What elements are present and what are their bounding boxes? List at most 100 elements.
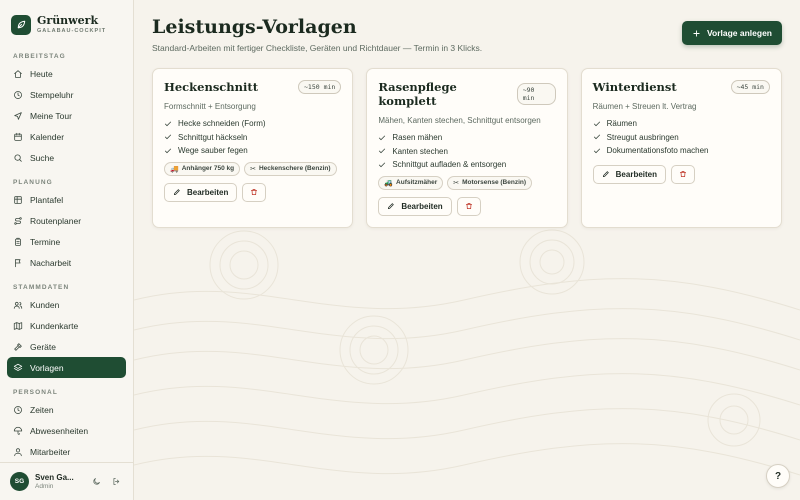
template-card-heckenschnitt: Heckenschnitt ~150 min Formschnitt + Ent… <box>152 68 354 228</box>
equipment-icon: ✂ <box>250 165 256 173</box>
sidebar-item-label: Nacharbeit <box>30 257 72 268</box>
checklist: Räumen Streugut ausbringen Dokumentation… <box>593 117 770 158</box>
sidebar-item-label: Mitarbeiter <box>30 446 71 457</box>
checklist-item-label: Räumen <box>606 119 637 129</box>
navigation-icon <box>14 112 22 120</box>
home-icon <box>14 70 22 78</box>
sidebar-item-kalender[interactable]: Kalender <box>7 126 126 147</box>
checklist-item-label: Schnittgut aufladen & entsorgen <box>392 160 507 170</box>
avatar[interactable]: SG <box>10 472 29 492</box>
template-card-rasenpflege-komplett: Rasenpflege komplett ~90 min Mähen, Kant… <box>366 68 568 228</box>
sidebar-item-plantafel[interactable]: Plantafel <box>7 189 126 210</box>
page-subtitle: Standard-Arbeiten mit fertiger Checklist… <box>152 43 483 53</box>
sidebar-item-label: Kalender <box>30 131 65 142</box>
brand[interactable]: Grünwerk GALABAU-COCKPIT <box>0 0 133 38</box>
card-description: Formschnitt + Entsorgung <box>164 102 256 111</box>
delete-button[interactable] <box>456 196 481 216</box>
sidebar-item-label: Geräte <box>30 341 56 352</box>
card-title: Heckenschnitt <box>164 80 259 94</box>
section-label-personal: PERSONAL <box>13 389 58 397</box>
checklist-item: Kanten stechen <box>378 145 555 159</box>
checklist-item: Schnittgut häckseln <box>164 131 341 145</box>
layers-icon <box>13 363 23 371</box>
equipment-tags: 🚚 Anhänger 750 kg ✂ Heckenschere (Benzin… <box>164 161 341 176</box>
equipment-tag-label: Motorsense (Benzin) <box>462 179 527 186</box>
sidebar-item-label: Termine <box>30 236 61 247</box>
equipment-icon: 🚚 <box>170 165 179 173</box>
sidebar-item-geraete[interactable]: Geräte <box>7 336 126 357</box>
checklist-item-label: Streugut ausbringen <box>606 132 679 142</box>
pencil-icon <box>602 171 609 178</box>
leaf-icon <box>11 14 31 35</box>
logout-icon[interactable] <box>109 475 123 489</box>
sidebar-item-label: Meine Tour <box>30 110 72 121</box>
sidebar-item-stempeluhr[interactable]: Stempeluhr <box>7 84 126 105</box>
card-description: Mähen, Kanten stechen, Schnittgut entsor… <box>378 116 541 125</box>
sidebar-item-label: Vorlagen <box>30 362 64 373</box>
checklist-item: Wege sauber fegen <box>164 144 341 158</box>
equipment-tag: ✂ Motorsense (Benzin) <box>447 175 533 190</box>
sidebar-item-label: Kunden <box>30 299 60 310</box>
sidebar-item-label: Heute <box>30 68 53 79</box>
moon-icon[interactable] <box>89 475 103 489</box>
sidebar-item-mitarbeiter[interactable]: Mitarbeiter <box>7 441 126 462</box>
equipment-tag: 🚜 Aufsitzmäher <box>378 175 444 190</box>
check-icon <box>379 148 386 154</box>
check-icon <box>164 134 172 140</box>
template-cards: Heckenschnitt ~150 min Formschnitt + Ent… <box>152 68 782 228</box>
edit-button[interactable]: Bearbeiten <box>164 182 238 202</box>
edit-button[interactable]: Bearbeiten <box>378 196 452 216</box>
trash-icon <box>251 188 258 196</box>
checklist: Hecke schneiden (Form) Schnittgut häckse… <box>164 117 341 158</box>
check-icon <box>164 148 172 153</box>
sidebar-item-nacharbeit[interactable]: Nacharbeit <box>7 252 126 273</box>
check-icon <box>379 162 386 167</box>
sidebar-item-kunden[interactable]: Kunden <box>7 294 126 315</box>
sidebar-item-suche[interactable]: Suche <box>7 147 126 168</box>
map-icon <box>13 322 23 330</box>
sidebar-item-vorlagen[interactable]: Vorlagen <box>7 357 126 379</box>
sidebar-item-label: Stempeluhr <box>30 89 74 100</box>
sidebar-item-label: Routenplaner <box>30 215 82 226</box>
sidebar-item-kundenkarte[interactable]: Kundenkarte <box>7 315 126 336</box>
edit-button[interactable]: Bearbeiten <box>592 164 667 184</box>
sidebar-item-label: Abwesenheiten <box>30 425 89 436</box>
create-template-button[interactable]: Vorlage anlegen <box>681 21 782 45</box>
equipment-icon: 🚜 <box>384 179 394 187</box>
delete-button[interactable] <box>671 164 696 184</box>
sidebar-item-heute[interactable]: Heute <box>7 63 126 84</box>
sidebar-item-meine-tour[interactable]: Meine Tour <box>7 105 126 126</box>
equipment-tag-label: Aufsitzmäher <box>396 179 438 186</box>
sidebar-item-zeiten[interactable]: Zeiten <box>7 399 126 420</box>
app-root: Grünwerk GALABAU-COCKPIT ARBEITSTAG Heute… <box>0 0 800 500</box>
umbrella-icon <box>13 426 23 435</box>
checklist-item: Streugut ausbringen <box>593 131 770 145</box>
brand-subtitle: GALABAU-COCKPIT <box>37 28 107 35</box>
section-label-arbeitstag: ARBEITSTAG <box>13 53 66 61</box>
sidebar-item-label: Plantafel <box>30 194 64 205</box>
user-icon <box>14 448 22 456</box>
checklist-item: Hecke schneiden (Form) <box>164 117 341 131</box>
equipment-tag-label: Heckenschere (Benzin) <box>258 165 331 172</box>
help-button[interactable]: ? <box>766 464 790 488</box>
checklist-item-label: Kanten stechen <box>392 146 448 156</box>
edit-button-label: Bearbeiten <box>401 201 443 211</box>
template-card-winterdienst: Winterdienst ~45 min Räumen + Streuen lt… <box>580 68 782 228</box>
pencil-icon <box>388 203 395 210</box>
equipment-tags: 🚜 Aufsitzmäher ✂ Motorsense (Benzin) <box>378 175 555 190</box>
hammer-icon <box>14 343 22 351</box>
checklist-item-label: Dokumentationsfoto machen <box>606 146 709 156</box>
sidebar-item-routenplaner[interactable]: Routenplaner <box>7 210 126 231</box>
checklist-item: Rasen mähen <box>378 131 555 145</box>
edit-button-label: Bearbeiten <box>187 187 229 197</box>
checklist-item-label: Hecke schneiden (Form) <box>178 119 266 129</box>
delete-button[interactable] <box>242 182 267 202</box>
grid-icon <box>14 196 22 204</box>
sidebar-item-abwesenheiten[interactable]: Abwesenheiten <box>7 420 126 441</box>
clock-icon <box>14 90 22 99</box>
sidebar-item-termine[interactable]: Termine <box>7 231 126 252</box>
create-template-label: Vorlage anlegen <box>706 28 772 38</box>
